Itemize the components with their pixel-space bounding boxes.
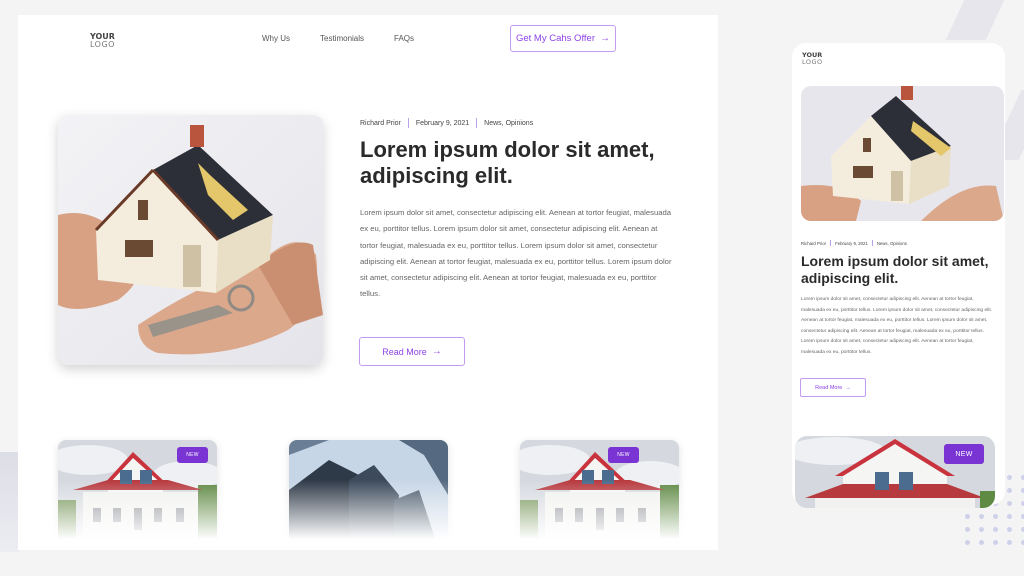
hero-image [801, 86, 1004, 221]
read-more-label: Read More [382, 346, 427, 357]
get-offer-label: Get My Cahs Offer [515, 33, 595, 44]
get-offer-button[interactable]: Get My Cahs Offer → [510, 25, 616, 52]
article-title: Lorem ipsum dolor sit amet, adipiscing e… [801, 253, 989, 286]
arrow-right-icon: → [600, 33, 610, 44]
read-more-button[interactable]: Read More → [359, 337, 465, 366]
article-author[interactable]: Richard Prior [360, 120, 401, 127]
logo[interactable]: YOUR LOGO [90, 33, 115, 49]
logo[interactable]: YOUR LOGO [802, 52, 823, 65]
nav-item-faqs[interactable]: FAQs [394, 34, 414, 43]
new-badge: NEW [608, 447, 639, 463]
arrow-right-icon: → [845, 384, 851, 391]
nav-item-testimonials[interactable]: Testimonials [320, 34, 364, 43]
new-badge: NEW [944, 444, 984, 464]
fade-overlay [18, 480, 718, 550]
post-card[interactable]: NEW [795, 436, 995, 508]
article-date: February 9, 2021 [835, 240, 868, 246]
desktop-mockup: YOUR LOGO Why Us Testimonials FAQs Get M… [18, 15, 718, 550]
read-more-button[interactable]: Read More → [800, 378, 866, 397]
article-categories[interactable]: News, Opinions [877, 241, 907, 246]
article-date: February 9, 2021 [415, 119, 470, 127]
meta-divider [871, 240, 873, 246]
article-categories[interactable]: News, Opinions [484, 120, 533, 127]
background-stripe [945, 0, 1005, 40]
meta-divider [407, 118, 409, 128]
meta-divider [476, 118, 478, 128]
article-body: Lorem ipsum dolor sit amet, consectetur … [801, 297, 993, 355]
article-meta: Richard Prior February 9, 2021 News, Opi… [801, 240, 907, 246]
meta-divider [830, 240, 832, 246]
new-badge: NEW [177, 447, 208, 463]
article-title: Lorem ipsum dolor sit amet, adipiscing e… [360, 137, 655, 188]
main-nav: Why Us Testimonials FAQs [262, 34, 444, 43]
article-meta: Richard Prior February 9, 2021 News, Opi… [360, 118, 533, 128]
article-author[interactable]: Richard Prior [801, 241, 826, 246]
arrow-right-icon: → [431, 346, 442, 357]
read-more-label: Read More [815, 384, 843, 391]
article-body: Lorem ipsum dolor sit amet, consectetur … [360, 208, 672, 299]
nav-item-why-us[interactable]: Why Us [262, 34, 290, 43]
background-shape [0, 452, 20, 552]
hero-image [58, 115, 323, 365]
